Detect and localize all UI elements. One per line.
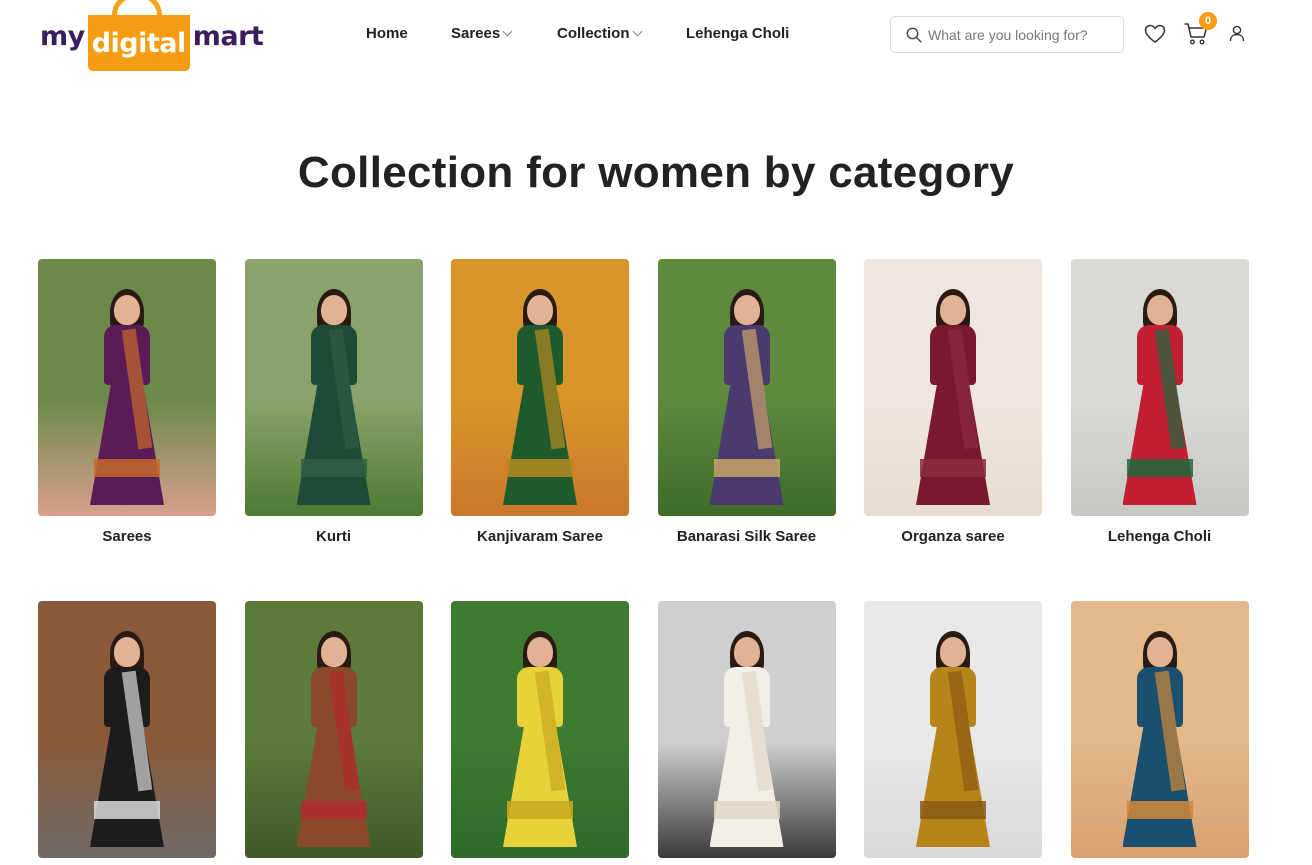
nav-collection-label: Collection	[557, 25, 630, 42]
category-image[interactable]	[1070, 601, 1249, 858]
logo-text-middle: digital	[91, 27, 187, 59]
category-card-paithani-silk-saree[interactable]: Paithani Silk Saree	[451, 601, 629, 865]
search-input[interactable]	[928, 26, 1108, 43]
user-icon[interactable]	[1229, 25, 1245, 42]
category-card-banarasi-silk-saree[interactable]: Banarasi Silk Saree	[657, 259, 836, 545]
search-icon	[906, 27, 922, 43]
category-card-organza-saree[interactable]: Organza saree	[864, 259, 1042, 545]
heart-icon[interactable]	[1144, 24, 1166, 44]
category-card-top-gharara-set[interactable]: Top Gharara set	[657, 601, 836, 865]
category-image[interactable]	[1070, 259, 1249, 516]
category-image[interactable]	[244, 601, 423, 858]
category-card-sarees[interactable]: Sarees	[38, 259, 216, 545]
category-grid: Sarees Kurti Kanjivaram Saree Banarasi Silk…	[38, 259, 1254, 865]
category-card-kurti[interactable]: Kurti	[244, 259, 423, 545]
category-label[interactable]: Sarees	[38, 528, 216, 545]
category-card-gown[interactable]: Gown	[1070, 601, 1249, 865]
site-header: my digital mart Home Sarees Collection L…	[0, 0, 1312, 72]
page-title: Collection for women by category	[297, 148, 1015, 197]
cart-count-badge: 0	[1199, 12, 1217, 30]
nav-lehenga-choli-label: Lehenga Choli	[686, 25, 790, 42]
category-image[interactable]	[864, 601, 1042, 858]
category-card-printed-saree[interactable]: Printed saree	[38, 601, 216, 865]
chevron-down-icon	[502, 26, 513, 37]
category-label[interactable]: Lehenga Choli	[1071, 528, 1249, 545]
category-image[interactable]	[657, 259, 836, 516]
category-image[interactable]	[657, 601, 836, 858]
category-label[interactable]: Banarasi Silk Saree	[658, 528, 836, 545]
logo-text-right: mart	[192, 20, 264, 52]
category-image[interactable]	[451, 601, 629, 858]
category-image[interactable]	[38, 601, 216, 858]
category-label[interactable]: Kanjivaram Saree	[451, 528, 629, 545]
nav-sarees[interactable]: Sarees	[451, 25, 513, 42]
nav-collection[interactable]: Collection	[557, 25, 642, 42]
category-card-top-plazo-set[interactable]: Top PLazo Set	[864, 601, 1042, 865]
nav-sarees-label: Sarees	[451, 25, 501, 42]
chevron-down-icon	[632, 26, 642, 37]
category-image[interactable]	[451, 259, 629, 516]
nav-lehenga-choli[interactable]: Lehenga Choli	[686, 25, 789, 42]
search-box[interactable]	[890, 16, 1124, 53]
category-label[interactable]: Kurti	[245, 528, 423, 545]
brand-logo[interactable]: my digital mart	[40, 0, 264, 72]
category-card-lehenga-choli[interactable]: Lehenga Choli	[1070, 259, 1249, 545]
nav-home-label: Home	[366, 25, 408, 42]
category-image[interactable]	[864, 259, 1042, 516]
logo-bag-icon: digital	[87, 0, 190, 71]
logo-text-left: my	[40, 20, 85, 52]
category-card-kanjivaram-saree[interactable]: Kanjivaram Saree	[451, 259, 629, 545]
category-card-kalamkari-saree[interactable]: Kalamkari Saree	[244, 601, 423, 865]
category-label[interactable]: Organza saree	[864, 528, 1042, 545]
category-image[interactable]	[38, 259, 216, 516]
nav-home[interactable]: Home	[366, 25, 408, 42]
category-image[interactable]	[244, 259, 423, 516]
